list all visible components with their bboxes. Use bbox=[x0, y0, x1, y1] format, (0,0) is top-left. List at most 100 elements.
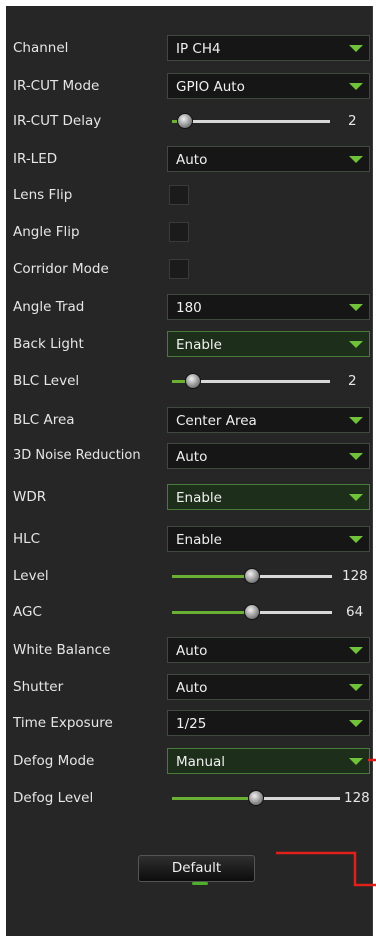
row-lens-flip: Lens Flip bbox=[6, 179, 372, 211]
ircut-delay-slider[interactable] bbox=[172, 105, 330, 137]
angle-flip-checkbox[interactable] bbox=[169, 222, 189, 242]
chevron-down-icon[interactable] bbox=[342, 332, 369, 356]
angle-trad-value: 180 bbox=[176, 300, 202, 316]
level-label: Level bbox=[13, 568, 49, 584]
row-noise-reduction: 3D Noise Reduction Auto bbox=[6, 440, 372, 472]
channel-value: IP CH4 bbox=[176, 41, 221, 57]
corridor-mode-checkbox[interactable] bbox=[169, 259, 189, 279]
noise-reduction-value: Auto bbox=[176, 449, 208, 465]
noise-reduction-select[interactable]: Auto bbox=[167, 443, 370, 469]
shutter-label: Shutter bbox=[13, 679, 64, 695]
irled-select[interactable]: Auto bbox=[167, 146, 370, 172]
row-corridor-mode: Corridor Mode bbox=[6, 253, 372, 285]
chevron-down-icon[interactable] bbox=[342, 711, 369, 735]
slider-knob[interactable] bbox=[248, 790, 264, 806]
wdr-value: Enable bbox=[176, 490, 222, 506]
shutter-value: Auto bbox=[176, 680, 208, 696]
blc-area-select[interactable]: Center Area bbox=[167, 407, 370, 433]
chevron-down-icon[interactable] bbox=[342, 675, 369, 699]
time-exposure-value: 1/25 bbox=[176, 716, 207, 732]
row-level: Level 128 bbox=[6, 560, 372, 592]
slider-knob[interactable] bbox=[177, 113, 193, 129]
button-focus-indicator bbox=[192, 882, 208, 885]
angle-flip-label: Angle Flip bbox=[13, 224, 80, 240]
back-light-label: Back Light bbox=[13, 336, 84, 352]
chevron-down-icon[interactable] bbox=[342, 147, 369, 171]
row-channel: Channel IP CH4 bbox=[6, 32, 372, 64]
ircut-delay-value: 2 bbox=[348, 113, 357, 129]
row-back-light: Back Light Enable bbox=[6, 328, 372, 360]
chevron-down-icon[interactable] bbox=[342, 74, 369, 98]
agc-value: 64 bbox=[346, 604, 364, 620]
row-agc: AGC 64 bbox=[6, 596, 372, 628]
row-hlc: HLC Enable bbox=[6, 523, 372, 555]
ircut-mode-value: GPIO Auto bbox=[176, 79, 245, 95]
chevron-down-icon[interactable] bbox=[342, 295, 369, 319]
defog-mode-label: Defog Mode bbox=[13, 753, 95, 769]
chevron-down-icon[interactable] bbox=[342, 444, 369, 468]
row-white-balance: White Balance Auto bbox=[6, 634, 372, 666]
row-blc-area: BLC Area Center Area bbox=[6, 404, 372, 436]
row-defog-level: Defog Level 128 bbox=[6, 782, 372, 814]
default-button[interactable]: Default bbox=[138, 855, 255, 882]
row-blc-level: BLC Level 2 bbox=[6, 365, 372, 397]
agc-slider[interactable] bbox=[172, 596, 332, 628]
white-balance-select[interactable]: Auto bbox=[167, 637, 370, 663]
defog-level-label: Defog Level bbox=[13, 790, 94, 806]
back-light-value: Enable bbox=[176, 337, 222, 353]
level-value: 128 bbox=[342, 568, 368, 584]
lens-flip-checkbox[interactable] bbox=[169, 185, 189, 205]
shutter-select[interactable]: Auto bbox=[167, 674, 370, 700]
chevron-down-icon[interactable] bbox=[342, 485, 369, 509]
blc-level-label: BLC Level bbox=[13, 373, 80, 389]
defog-mode-value: Manual bbox=[176, 754, 226, 770]
time-exposure-select[interactable]: 1/25 bbox=[167, 710, 370, 736]
white-balance-label: White Balance bbox=[13, 642, 111, 658]
wdr-select[interactable]: Enable bbox=[167, 484, 370, 510]
hlc-label: HLC bbox=[13, 531, 41, 547]
row-shutter: Shutter Auto bbox=[6, 671, 372, 703]
ircut-mode-select[interactable]: GPIO Auto bbox=[167, 73, 370, 99]
slider-fill bbox=[172, 611, 252, 614]
blc-area-label: BLC Area bbox=[13, 412, 75, 428]
wdr-label: WDR bbox=[13, 489, 47, 505]
ircut-delay-label: IR-CUT Delay bbox=[13, 113, 102, 129]
white-balance-value: Auto bbox=[176, 643, 208, 659]
time-exposure-label: Time Exposure bbox=[13, 715, 113, 731]
row-irled: IR-LED Auto bbox=[6, 143, 372, 175]
row-angle-flip: Angle Flip bbox=[6, 216, 372, 248]
row-time-exposure: Time Exposure 1/25 bbox=[6, 707, 372, 739]
blc-level-slider[interactable] bbox=[172, 365, 330, 397]
chevron-down-icon[interactable] bbox=[342, 408, 369, 432]
slider-knob[interactable] bbox=[185, 373, 201, 389]
agc-label: AGC bbox=[13, 604, 42, 620]
angle-trad-select[interactable]: 180 bbox=[167, 294, 370, 320]
back-light-select[interactable]: Enable bbox=[167, 331, 370, 357]
slider-track bbox=[172, 120, 330, 123]
chevron-down-icon[interactable] bbox=[342, 749, 369, 773]
channel-label: Channel bbox=[13, 40, 69, 56]
defog-mode-select[interactable]: Manual bbox=[167, 748, 370, 774]
slider-knob[interactable] bbox=[244, 604, 260, 620]
channel-select[interactable]: IP CH4 bbox=[167, 35, 370, 61]
slider-fill bbox=[172, 797, 256, 800]
chevron-down-icon[interactable] bbox=[342, 638, 369, 662]
row-ircut-mode: IR-CUT Mode GPIO Auto bbox=[6, 70, 372, 102]
corridor-mode-label: Corridor Mode bbox=[13, 261, 109, 277]
blc-level-value: 2 bbox=[348, 373, 357, 389]
defog-level-value: 128 bbox=[344, 790, 370, 806]
lens-flip-label: Lens Flip bbox=[13, 187, 73, 203]
ircut-mode-label: IR-CUT Mode bbox=[13, 78, 100, 94]
hlc-select[interactable]: Enable bbox=[167, 526, 370, 552]
chevron-down-icon[interactable] bbox=[342, 36, 369, 60]
slider-knob[interactable] bbox=[244, 568, 260, 584]
chevron-down-icon[interactable] bbox=[342, 527, 369, 551]
level-slider[interactable] bbox=[172, 560, 332, 592]
row-wdr: WDR Enable bbox=[6, 481, 372, 513]
slider-fill bbox=[172, 575, 252, 578]
image-settings-panel: Channel IP CH4 IR-CUT Mode GPIO Auto IR-… bbox=[6, 6, 373, 936]
hlc-value: Enable bbox=[176, 532, 222, 548]
row-ircut-delay: IR-CUT Delay 2 bbox=[6, 105, 372, 137]
defog-level-slider[interactable] bbox=[172, 782, 340, 814]
irled-value: Auto bbox=[176, 152, 208, 168]
